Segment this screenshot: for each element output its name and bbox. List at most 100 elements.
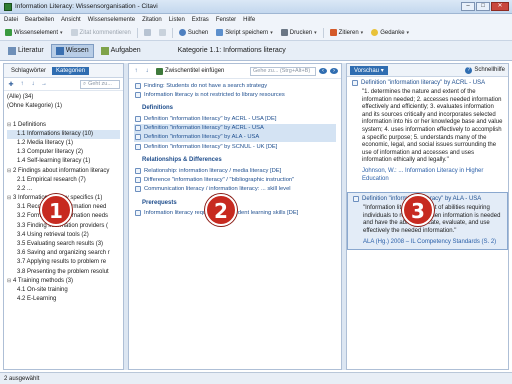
tree-item[interactable]: 3.5 Evaluating search results (3) bbox=[7, 240, 120, 249]
tree-item[interactable]: 1.2 Media literacy (1) bbox=[7, 139, 120, 148]
tree-item[interactable]: 3.4 Using retrieval tools (2) bbox=[7, 231, 120, 240]
knowledge-item[interactable]: Definition "information literacy" by ACR… bbox=[134, 114, 336, 123]
knowledge-item[interactable]: Information literacy is not restricted t… bbox=[134, 90, 336, 99]
quote-icon bbox=[135, 210, 141, 217]
title-bar: Information Literacy: Wissensorganisatio… bbox=[0, 0, 512, 14]
callout-badge-2: 2 bbox=[205, 194, 237, 226]
preview-card[interactable]: Definition "information literacy" by ACR… bbox=[347, 77, 508, 186]
knowledge-item[interactable]: Difference "information literacy" / "bib… bbox=[134, 175, 336, 184]
knowledge-item-label: Communication literacy / information lit… bbox=[144, 186, 291, 193]
tree-item[interactable]: 1.4 Self-learning literacy (1) bbox=[7, 157, 120, 166]
maximize-button[interactable]: □ bbox=[476, 2, 490, 11]
cite-icon bbox=[329, 29, 337, 36]
card-source-link[interactable]: ALA (Hg.) 2008 – IL Competency Standards… bbox=[353, 239, 502, 247]
insert-subtitle-button[interactable]: Zwischentitel einfügen bbox=[154, 67, 226, 76]
indent-icon[interactable]: → bbox=[40, 81, 48, 87]
tab-aufgaben[interactable]: Aufgaben bbox=[96, 44, 146, 58]
tree-item[interactable]: ⊟ 2 Findings about information literacy bbox=[7, 167, 120, 176]
menu-datei[interactable]: Datei bbox=[4, 17, 18, 23]
tree-item[interactable]: 4.2 E-Learning bbox=[7, 295, 120, 304]
knowledge-search-input[interactable]: Gehe zu... (Strg+Alt+B) bbox=[250, 66, 316, 76]
tab-literatur[interactable]: Literatur bbox=[3, 44, 49, 58]
tree-item-label: 1.1 Informations literacy (10) bbox=[17, 130, 94, 137]
scissors-icon bbox=[143, 29, 151, 36]
group-heading: Definitions bbox=[142, 105, 173, 112]
menu-bearbeiten[interactable]: Bearbeiten bbox=[25, 17, 54, 23]
close-button[interactable]: ✕ bbox=[491, 2, 509, 11]
move-up-icon[interactable]: ↑ bbox=[18, 81, 26, 87]
tree-item[interactable]: ⊟ 4 Training methods (3) bbox=[7, 277, 120, 286]
tree-item-label: 3.7 Applying results to problem re bbox=[17, 259, 107, 266]
menu-listen[interactable]: Listen bbox=[169, 17, 185, 23]
menu-zitation[interactable]: Zitation bbox=[142, 17, 162, 23]
tree-item[interactable]: 1.3 Computer literacy (2) bbox=[7, 148, 120, 157]
card-source-link[interactable]: Johnson, W.: ... Information Literacy in… bbox=[352, 168, 503, 183]
new-element-button[interactable]: Wissenselement ▾ bbox=[3, 28, 65, 37]
menu-wissenselemente[interactable]: Wissenselemente bbox=[88, 17, 135, 23]
tree-item[interactable]: 2.2 ... bbox=[7, 185, 120, 194]
tree-item-label: 1 Definitions bbox=[13, 121, 47, 128]
tree-item[interactable] bbox=[7, 111, 120, 120]
knowledge-item[interactable]: Definition "information literacy" by ALA… bbox=[134, 132, 336, 142]
delete-button[interactable] bbox=[157, 28, 168, 37]
tree-item-label: 4.2 E-Learning bbox=[17, 296, 57, 303]
knowledge-item-label: Definition "information literacy" by ACR… bbox=[144, 115, 277, 122]
cite-button[interactable]: Zitieren ▾ bbox=[328, 28, 366, 37]
move-up-icon[interactable]: ↑ bbox=[132, 68, 140, 74]
tree-item[interactable]: 1.1 Informations literacy (10) bbox=[7, 129, 120, 139]
knowledge-tools: ↑ ↓ Zwischentitel einfügen Gehe zu... (S… bbox=[129, 64, 341, 79]
tree-item[interactable]: 3.6 Saving and organizing search r bbox=[7, 249, 120, 258]
tree-item-label: (Alle) (34) bbox=[7, 94, 34, 100]
quick-help-button[interactable]: ? Schnellhilfe bbox=[465, 66, 505, 74]
knowledge-item-label: Definition "information literacy" by ACR… bbox=[144, 125, 264, 132]
menu-hilfe[interactable]: Hilfe bbox=[243, 17, 255, 23]
category-search-input[interactable]: ⌕ Geht zu... bbox=[80, 79, 120, 89]
add-category-icon[interactable]: ✚ bbox=[7, 81, 15, 88]
tree-item[interactable]: 3.8 Presenting the problem resolut bbox=[7, 268, 120, 277]
next-icon[interactable]: › bbox=[330, 68, 338, 74]
move-down-icon[interactable]: ↓ bbox=[143, 68, 151, 74]
previous-icon[interactable]: ‹ bbox=[319, 68, 327, 74]
knowledge-item[interactable]: Definition "information literacy" by ACR… bbox=[134, 123, 336, 133]
tab-wissen[interactable]: Wissen bbox=[50, 43, 94, 58]
save-script-button[interactable]: Skript speichern ▾ bbox=[214, 28, 275, 37]
tree-item[interactable]: ⊟ 1 Definitions bbox=[7, 121, 120, 130]
knowledge-item-label: Definition "information literacy" by SCN… bbox=[144, 143, 278, 150]
subtab-keywords[interactable]: Schlagwörter bbox=[7, 67, 50, 75]
tree-item[interactable]: 3.7 Applying results to problem re bbox=[7, 258, 120, 267]
menu-fenster[interactable]: Fenster bbox=[216, 17, 236, 23]
knowledge-icon bbox=[55, 46, 64, 55]
quote-icon bbox=[135, 143, 141, 150]
main-tabs: Literatur Wissen Aufgaben Kategorie 1.1:… bbox=[0, 41, 512, 61]
minimize-button[interactable]: – bbox=[461, 2, 475, 11]
print-button[interactable]: Drucken ▾ bbox=[279, 28, 319, 37]
tree-item[interactable]: (Alle) (34) bbox=[7, 93, 120, 102]
preview-toolbar: Vorschau ▾ ? Schnellhilfe bbox=[347, 64, 508, 77]
preview-dropdown[interactable]: Vorschau ▾ bbox=[350, 65, 388, 75]
tree-item-label: 1.2 Media literacy (1) bbox=[17, 139, 74, 146]
menu-ansicht[interactable]: Ansicht bbox=[61, 17, 81, 23]
left-subtabs: Schlagwörter Kategorien bbox=[4, 64, 123, 78]
move-down-icon[interactable]: ↓ bbox=[29, 81, 37, 87]
knowledge-item[interactable]: Relationship: information literacy / med… bbox=[134, 166, 336, 175]
knowledge-item[interactable]: Finding: Students do not have a search s… bbox=[134, 81, 336, 90]
chevron-down-icon: ▾ bbox=[314, 29, 317, 36]
tree-item[interactable]: (Ohne Kategorie) (1) bbox=[7, 102, 120, 111]
tree-item[interactable]: 2.1 Empirical research (7) bbox=[7, 176, 120, 185]
quote-comment-button[interactable]: Zitat kommentieren bbox=[69, 28, 133, 37]
knowledge-item[interactable]: Definition "information literacy" by SCN… bbox=[134, 142, 336, 151]
group-heading: Prerequests bbox=[142, 199, 177, 206]
subtab-categories[interactable]: Kategorien bbox=[52, 66, 90, 75]
knowledge-item[interactable]: Communication literacy / information lit… bbox=[134, 185, 336, 194]
tree-item-label: 3.8 Presenting the problem resolut bbox=[17, 268, 109, 275]
callout-badge-3: 3 bbox=[402, 194, 434, 226]
search-button[interactable]: Suchen bbox=[177, 28, 210, 37]
delete-icon bbox=[158, 29, 166, 36]
tree-item[interactable]: 4.1 On-site training bbox=[7, 286, 120, 295]
card-title[interactable]: Definition "information literacy" by ACR… bbox=[352, 80, 503, 86]
cut-button[interactable] bbox=[142, 28, 153, 37]
chevron-down-icon: ▾ bbox=[406, 29, 410, 36]
idea-button[interactable]: Gedanke ▾ bbox=[369, 28, 411, 37]
window-controls: – □ ✕ bbox=[461, 2, 509, 11]
menu-extras[interactable]: Extras bbox=[192, 17, 209, 23]
